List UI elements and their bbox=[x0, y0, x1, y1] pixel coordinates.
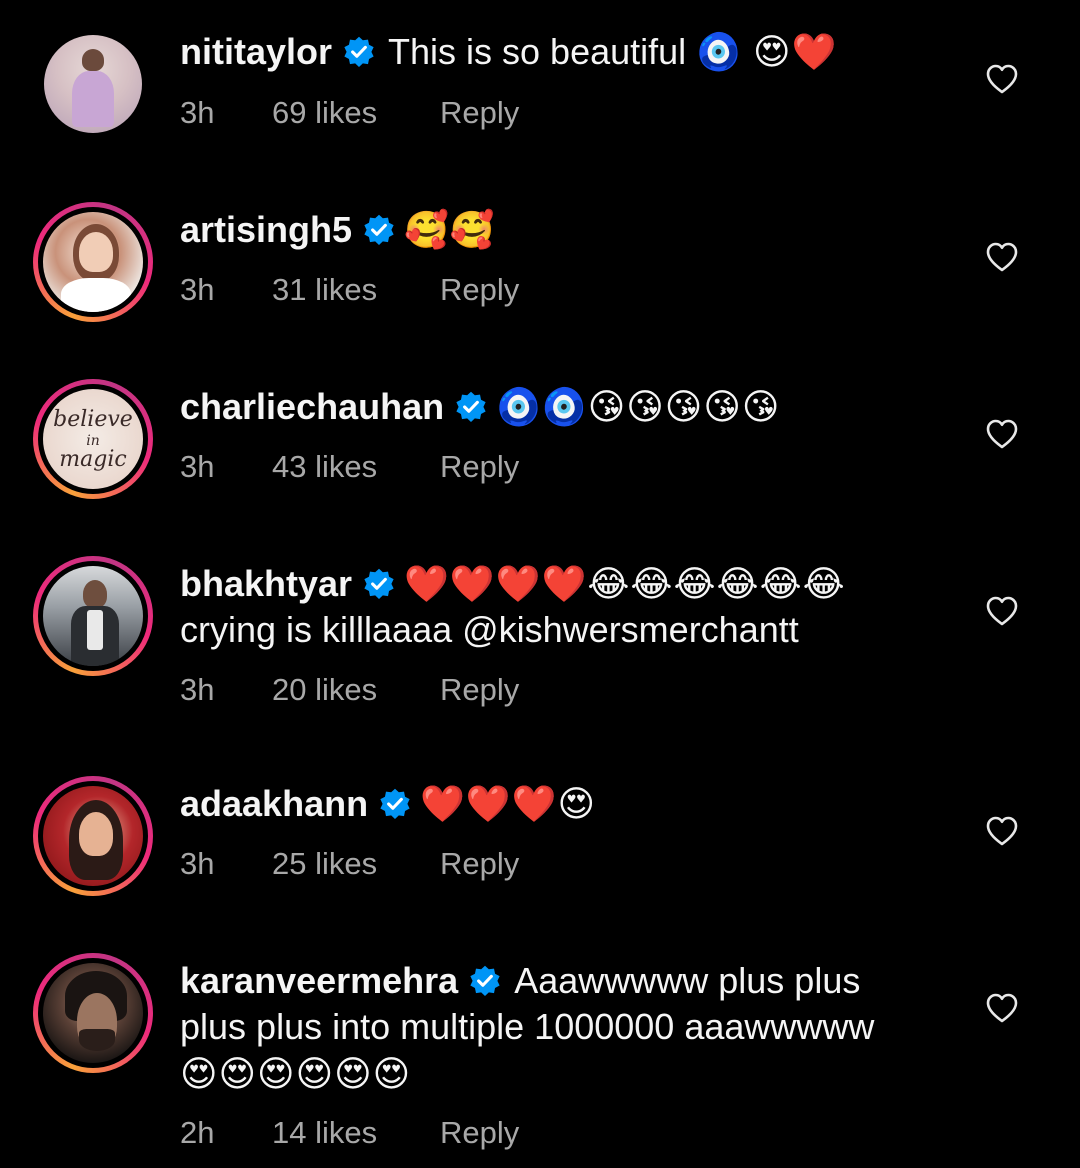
username[interactable]: charliechauhan bbox=[180, 386, 444, 427]
comment-body: karanveermehra Aaawwwww plus plus bbox=[180, 959, 860, 1003]
comment-text: This is so beautiful bbox=[388, 31, 687, 72]
comment-meta: 3h 25 likes Reply bbox=[180, 846, 519, 882]
username[interactable]: adaakhann bbox=[180, 783, 368, 824]
verified-badge-icon bbox=[364, 214, 394, 245]
comment-emojis: 🧿🧿😘😘😘😘😘 bbox=[496, 386, 781, 427]
username[interactable]: nititaylor bbox=[180, 31, 332, 72]
verified-badge-icon bbox=[344, 36, 374, 67]
comment-body: bhakhtyar ❤️❤️❤️❤️😂😂😂😂😂😂 bbox=[180, 562, 846, 606]
avatar[interactable] bbox=[33, 953, 153, 1073]
comment-body: charliechauhan 🧿🧿😘😘😘😘😘 bbox=[180, 385, 780, 429]
avatar[interactable] bbox=[33, 776, 153, 896]
verified-badge-icon bbox=[470, 965, 500, 996]
heart-outline-icon[interactable] bbox=[985, 418, 1019, 450]
comment-emojis: ❤️❤️❤️❤️😂😂😂😂😂😂 bbox=[404, 563, 846, 604]
comment-meta: 3h 31 likes Reply bbox=[180, 272, 519, 308]
comment-time: 2h bbox=[180, 1115, 215, 1150]
username[interactable]: karanveermehra bbox=[180, 960, 458, 1001]
reply-button[interactable]: Reply bbox=[440, 672, 519, 708]
comment-text: crying is killlaaaa @kishwersmerchantt bbox=[180, 609, 799, 650]
username[interactable]: bhakhtyar bbox=[180, 563, 352, 604]
comment-body: nititaylor This is so beautiful 🧿 😍❤️ bbox=[180, 30, 837, 74]
comment-time: 3h bbox=[180, 272, 215, 307]
comment-emojis: 😍😍😍😍😍😍 bbox=[180, 1053, 412, 1094]
likes-count[interactable]: 69 likes bbox=[272, 95, 440, 131]
verified-badge-icon bbox=[364, 568, 394, 599]
reply-button[interactable]: Reply bbox=[440, 846, 519, 882]
comment-emojis: 🧿 😍❤️ bbox=[696, 31, 838, 72]
likes-count[interactable]: 14 likes bbox=[272, 1115, 440, 1151]
heart-outline-icon[interactable] bbox=[985, 992, 1019, 1024]
comment-time: 3h bbox=[180, 672, 215, 707]
avatar-text: magic bbox=[59, 447, 127, 472]
reply-button[interactable]: Reply bbox=[440, 272, 519, 308]
comment-body: adaakhann ❤️❤️❤️😍 bbox=[180, 782, 596, 826]
heart-outline-icon[interactable] bbox=[985, 595, 1019, 627]
heart-outline-icon[interactable] bbox=[985, 241, 1019, 273]
avatar[interactable]: believe in magic bbox=[33, 379, 153, 499]
comment-emojis: 🥰🥰 bbox=[404, 209, 496, 250]
comment-time: 3h bbox=[180, 846, 215, 881]
verified-badge-icon bbox=[380, 788, 410, 819]
likes-count[interactable]: 43 likes bbox=[272, 449, 440, 485]
comment-meta: 3h 43 likes Reply bbox=[180, 449, 519, 485]
heart-outline-icon[interactable] bbox=[985, 815, 1019, 847]
comment-meta: 2h 14 likes Reply bbox=[180, 1115, 519, 1151]
likes-count[interactable]: 31 likes bbox=[272, 272, 440, 308]
reply-button[interactable]: Reply bbox=[440, 1115, 519, 1151]
comment-text: plus plus into multiple 1000000 aaawwwww bbox=[180, 1006, 875, 1047]
comment-text: Aaawwwww plus plus bbox=[514, 960, 861, 1001]
comment-time: 3h bbox=[180, 449, 215, 484]
avatar[interactable] bbox=[44, 35, 142, 133]
comment-time: 3h bbox=[180, 95, 215, 130]
avatar[interactable] bbox=[33, 556, 153, 676]
comment-meta: 3h 20 likes Reply bbox=[180, 672, 519, 708]
comment-meta: 3h 69 likes Reply bbox=[180, 95, 519, 131]
avatar-text: believe bbox=[53, 407, 133, 432]
comment-emojis: ❤️❤️❤️😍 bbox=[420, 783, 597, 824]
reply-button[interactable]: Reply bbox=[440, 449, 519, 485]
comment-body: artisingh5 🥰🥰 bbox=[180, 208, 496, 252]
heart-outline-icon[interactable] bbox=[985, 63, 1019, 95]
likes-count[interactable]: 20 likes bbox=[272, 672, 440, 708]
avatar[interactable] bbox=[33, 202, 153, 322]
likes-count[interactable]: 25 likes bbox=[272, 846, 440, 882]
reply-button[interactable]: Reply bbox=[440, 95, 519, 131]
verified-badge-icon bbox=[456, 391, 486, 422]
username[interactable]: artisingh5 bbox=[180, 209, 352, 250]
